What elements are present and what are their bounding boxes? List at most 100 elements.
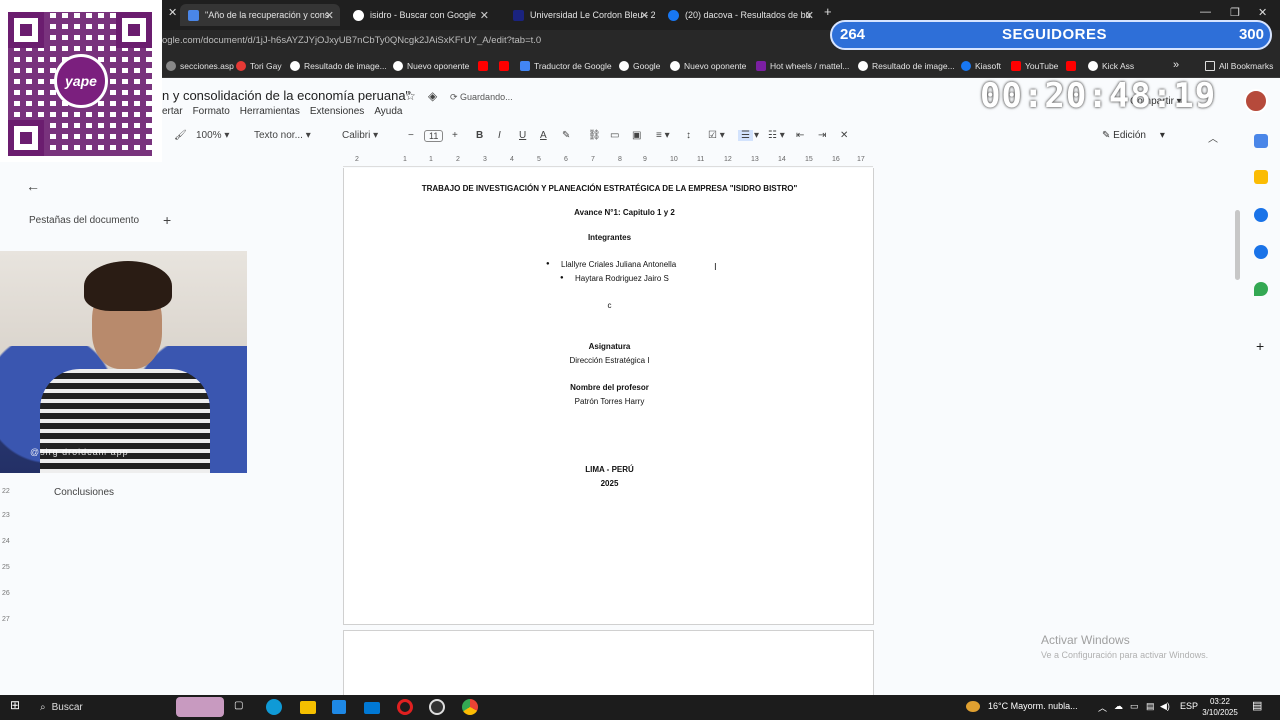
menu-help[interactable]: Ayuda xyxy=(374,106,402,117)
decrease-indent-icon[interactable]: ⇤ xyxy=(796,130,804,141)
edge-icon[interactable] xyxy=(266,699,282,715)
drive-icon[interactable]: ▭ xyxy=(1130,701,1139,712)
weather-text[interactable]: 16°C Mayorm. nubla... xyxy=(988,701,1078,711)
file-explorer-icon[interactable] xyxy=(300,701,316,714)
clear-formatting-icon[interactable]: ✕ xyxy=(840,130,848,141)
task-view-icon[interactable]: ▢ xyxy=(234,700,243,711)
align-icon[interactable]: ≡ ▾ xyxy=(656,130,670,141)
tab-facebook[interactable]: (20) dacova - Resultados de bú ✕ xyxy=(660,4,820,26)
highlight-icon[interactable]: ✎ xyxy=(562,130,570,141)
bookmark-youtube[interactable] xyxy=(478,61,488,71)
bookmark-item[interactable]: Hot wheels / mattel... xyxy=(756,61,849,71)
bullet-options-icon[interactable]: ▾ xyxy=(754,130,759,141)
back-arrow-icon[interactable]: ← xyxy=(26,178,40,194)
close-tab-icon[interactable]: ✕ xyxy=(168,6,177,19)
opera-icon[interactable] xyxy=(397,699,413,715)
followers-goal: 300 xyxy=(1238,26,1264,43)
font-size-decrease[interactable]: − xyxy=(408,130,414,141)
volume-icon[interactable]: ◀) xyxy=(1160,701,1170,712)
cloud-icon[interactable]: ☁ xyxy=(1114,701,1123,712)
font-size-input[interactable]: 11 xyxy=(424,130,444,142)
comment-icon[interactable]: ▭ xyxy=(610,130,619,141)
maximize-icon[interactable]: ❐ xyxy=(1230,6,1240,19)
menu-format[interactable]: Formato xyxy=(193,106,230,117)
paint-format-icon[interactable]: 🖌 xyxy=(174,130,187,141)
bookmark-item[interactable]: Google xyxy=(619,61,660,71)
link-icon[interactable]: ⛓ xyxy=(588,130,601,141)
scrollbar[interactable] xyxy=(1235,210,1240,280)
clock[interactable]: 03:22 3/10/2025 xyxy=(1200,696,1240,718)
store-icon[interactable] xyxy=(332,700,346,714)
new-tab-icon[interactable]: + xyxy=(824,4,832,19)
close-icon[interactable]: ✕ xyxy=(480,9,489,22)
checklist-icon[interactable]: ☑ ▾ xyxy=(708,130,725,141)
drive-move-icon[interactable]: ◈ xyxy=(428,89,437,103)
keep-icon[interactable] xyxy=(1254,170,1268,184)
bookmark-item[interactable]: Traductor de Google xyxy=(520,61,612,71)
bookmark-item[interactable]: Kiasoft xyxy=(961,61,1001,71)
tab-google[interactable]: isidro - Buscar con Google ✕ xyxy=(345,4,495,26)
chrome-icon[interactable] xyxy=(462,699,478,715)
avatar[interactable] xyxy=(1244,89,1268,113)
tab-docs[interactable]: "Año de la recuperación y cons ✕ xyxy=(180,4,340,26)
notifications-icon[interactable]: ▤ xyxy=(1252,699,1262,712)
bold-icon[interactable]: B xyxy=(476,130,483,141)
window-close-icon[interactable]: ✕ xyxy=(1258,6,1267,19)
zoom-select[interactable]: 100% ▾ xyxy=(196,130,229,141)
menu-tools[interactable]: Herramientas xyxy=(240,106,300,117)
style-select[interactable]: Texto nor... ▾ xyxy=(254,130,311,141)
maps-icon[interactable] xyxy=(1254,282,1268,296)
numbered-list-icon[interactable]: ☷ ▾ xyxy=(768,130,785,141)
bookmark-youtube[interactable] xyxy=(499,61,509,71)
font-size-increase[interactable]: + xyxy=(452,130,458,141)
url-field[interactable]: ogle.com/document/d/1jJ-h6sAYZJYjOJxyUB7… xyxy=(162,35,541,46)
bookmark-item[interactable]: Resultado de image... xyxy=(858,61,955,71)
windows-start-icon[interactable]: ⊞ xyxy=(10,698,20,712)
italic-icon[interactable]: I xyxy=(498,130,501,141)
tab-cordon-bleu[interactable]: Universidad Le Cordon Bleu - 2 ✕ xyxy=(505,4,655,26)
taskbar-search[interactable]: ⌕ Buscar xyxy=(34,698,174,717)
collapse-icon[interactable]: ︿ xyxy=(1208,130,1218,145)
underline-icon[interactable]: U xyxy=(519,130,526,141)
calendar-icon[interactable] xyxy=(1254,134,1268,148)
close-icon[interactable]: ✕ xyxy=(640,9,649,22)
obs-icon[interactable] xyxy=(429,699,445,715)
add-addon-icon[interactable]: + xyxy=(1256,338,1270,354)
bulleted-list-icon[interactable]: ☰ xyxy=(738,130,753,141)
facebook-icon xyxy=(961,61,971,71)
language-indicator[interactable]: ESP xyxy=(1180,701,1198,711)
add-tab-icon[interactable]: + xyxy=(163,212,171,228)
increase-indent-icon[interactable]: ⇥ xyxy=(818,130,826,141)
bookmark-item[interactable]: Resultado de image... xyxy=(290,61,387,71)
bookmark-item[interactable]: Nuevo oponente xyxy=(393,61,469,71)
bookmark-item[interactable]: Nuevo oponente xyxy=(670,61,746,71)
bookmark-item[interactable]: YouTube xyxy=(1011,61,1058,71)
menu-insert[interactable]: ertar xyxy=(162,106,183,117)
font-select[interactable]: Calibri ▾ xyxy=(342,130,378,141)
image-icon[interactable]: ▣ xyxy=(632,130,641,141)
document-page-2[interactable] xyxy=(343,630,874,700)
bookmark-youtube[interactable] xyxy=(1066,61,1076,71)
network-icon[interactable]: ▤ xyxy=(1146,701,1155,712)
document-title[interactable]: n y consolidación de la economía peruana… xyxy=(162,88,410,103)
close-icon[interactable]: ✕ xyxy=(325,9,334,22)
text-color-icon[interactable]: A xyxy=(540,130,547,141)
mail-icon[interactable] xyxy=(364,702,380,714)
minimize-icon[interactable]: — xyxy=(1200,6,1211,18)
bookmark-item[interactable]: Tori Gay xyxy=(236,61,282,71)
tray-expand-icon[interactable]: ︿ xyxy=(1098,701,1107,714)
more-bookmarks-icon[interactable]: » xyxy=(1173,59,1179,71)
professor-label: Nombre del profesor xyxy=(570,383,649,392)
close-icon[interactable]: ✕ xyxy=(805,9,814,22)
editing-mode-select[interactable]: ✎ Edición ▾ xyxy=(1102,130,1165,141)
line-spacing-icon[interactable]: ↕ xyxy=(686,130,691,141)
bookmark-item[interactable]: Kick Ass xyxy=(1088,61,1134,71)
star-icon[interactable]: ☆ xyxy=(405,89,416,103)
all-bookmarks[interactable]: All Bookmarks xyxy=(1205,61,1273,71)
tasks-icon[interactable] xyxy=(1254,208,1268,222)
contacts-icon[interactable] xyxy=(1254,245,1268,259)
outline-item-conclusions[interactable]: Conclusiones xyxy=(54,487,114,498)
menu-extensions[interactable]: Extensiones xyxy=(310,106,364,117)
bookmark-item[interactable]: secciones.asp xyxy=(166,61,234,71)
document-page[interactable]: TRABAJO DE INVESTIGACIÓN Y PLANEACIÓN ES… xyxy=(343,168,874,625)
